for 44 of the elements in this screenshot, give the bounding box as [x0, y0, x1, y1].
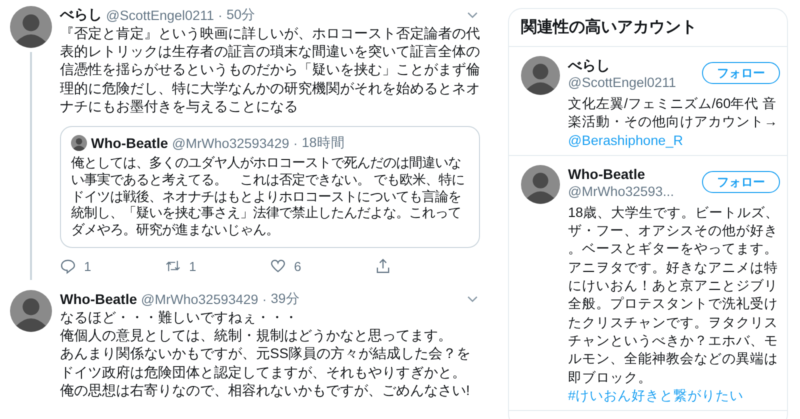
tweet-time[interactable]: 50分: [226, 6, 256, 24]
user-handle: @MrWho32593429: [141, 292, 258, 306]
chevron-down-icon[interactable]: [467, 12, 478, 18]
quoted-tweet-text: 俺としては、多くのユダヤ人がホロコーストで死んだのは間違いない事実であると考えてる。 これは否定できない。 でも欧米、特にドイツは戦後、ネオナチはもとよりホロコーストについても言論を統制し、「疑いを挟む事さえ」法律で禁止したんだよな。これってダメやろ。研究が進まないじゃん。: [71, 155, 466, 239]
user-name: Who-Beatle: [91, 135, 168, 152]
follow-button[interactable]: フォロー: [702, 62, 780, 84]
tweet-text-line: なるほど・・・難しいですねぇ・・・: [60, 309, 299, 327]
user-handle: @MrWho32593429: [172, 136, 290, 151]
chevron-down-icon[interactable]: [467, 296, 478, 302]
heart-icon[interactable]: [270, 258, 286, 274]
avatar-icon[interactable]: [10, 6, 52, 48]
reply-icon[interactable]: [60, 258, 76, 274]
separator-dot: ·: [218, 8, 223, 22]
quoted-tweet[interactable]: Who-Beatle @MrWho32593429 · 18時間 俺としては、多くのユダヤ人がホロコーストで死んだのは間違いない事実であると考えてる。 これは否定できない。 でも欧米、特にドイツは戦後、ネオナチはもとよりホロコーストについても言論を統制し、「疑いを挟む事さえ」法律で禁止したんだよな。これってダメやろ。研究が進まないじゃん。: [60, 126, 480, 248]
tweet-text-line: 俺個人の意見としては、統制・規制はどうかなと思ってます。: [60, 327, 453, 346]
user-handle: @ScottEngel0211: [568, 74, 676, 92]
profile-link[interactable]: #けいおん好きと繋がりたい: [568, 388, 744, 403]
card-title: 関連性の高いアカウント: [509, 9, 787, 47]
separator-dot: ·: [262, 292, 267, 306]
tweet-text: 『否定と肯定』という映画に詳しいが、ホロコースト否定論者の代表的レトリックは生存者の証言の瑣末な間違いを突いて証言全体の信憑性を揺らがせるというものだから「疑いを挟む」ことがまず倫理的に危険だし、特に大学なんかの研究機関がそれを始めるとネオナチにもお墨付きを与えることになる: [60, 25, 480, 116]
tweet-time[interactable]: 39分: [270, 290, 300, 308]
share-icon[interactable]: [375, 258, 391, 274]
profile-link[interactable]: @Berashiphone_R: [568, 132, 684, 148]
profile-bio: 18歳、大学生です。ビートルズ、ザ・フー、オアシスその他が好き。ベースとギターをやってます。アニヲタです。好きなアニメは特にけいおん！あと京アニとジブリ全般。プロテスタントで洗礼受けたクリスチャンです。ヲタクリスチャンというべきか？エホバ、モルモン、全能神教会などの異端は即ブロック。 #けいおん好きと繋がりたい: [568, 204, 780, 405]
follow-button[interactable]: フォロー: [702, 170, 780, 193]
user-handle: @MrWho32593...: [568, 182, 674, 201]
separator-dot: ·: [293, 136, 298, 151]
user-name[interactable]: べらし: [568, 56, 676, 74]
avatar-icon[interactable]: [521, 56, 560, 95]
tweet-time: 18時間: [302, 134, 345, 152]
profile-bio: 文化左翼/フェミニズム/60年代 音楽活動・その他向けアカウント→ @Berashiphone_R: [568, 95, 779, 150]
user-name[interactable]: べらし: [60, 6, 102, 24]
reply-count: 1: [84, 258, 92, 274]
tweet-text-line: あんまり関係ないかもですが、元SS隊員の方々が結成した会？をドイツ政府は危険団体と認定してますが、それもやりすぎかと。: [60, 345, 472, 382]
tweet-text-line: 俺の思想は右寄りなので、相容れないかもですが、ごめんなさい!: [60, 382, 471, 400]
retweet-icon[interactable]: [165, 258, 181, 274]
user-handle: @ScottEngel0211: [106, 8, 214, 22]
like-count: 6: [294, 258, 302, 274]
user-name[interactable]: Who-Beatle: [60, 291, 137, 307]
avatar-icon[interactable]: [10, 290, 52, 332]
avatar-icon[interactable]: [521, 164, 560, 204]
avatar-icon[interactable]: [71, 135, 87, 152]
retweet-count: 1: [189, 258, 196, 274]
user-name[interactable]: Who-Beatle: [568, 164, 674, 183]
